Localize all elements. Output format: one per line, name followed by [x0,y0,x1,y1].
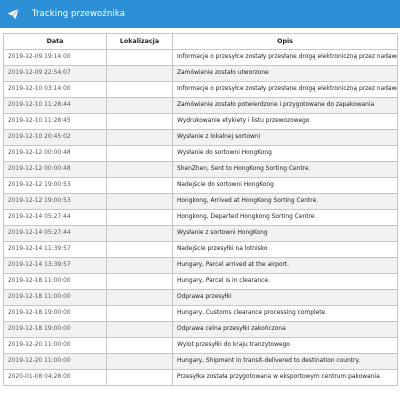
table-row: 2019-12-10 20:45:02 Wysłanie z lokalnej s… [3,129,398,146]
tracking-table-panel: Data Lokalizacja Opis 2019-12-09 19:14:0… [3,33,398,386]
location-cell [106,273,173,290]
description-cell: Wysłanie z lokalnej sortowni [172,129,398,146]
table-row: 2019-12-20 11:00:00 Hungary, Shipment in … [3,353,398,370]
table-row: 2019-12-14 05:27:44 Wysłanie z sortowni H… [3,225,398,242]
table-row: 2019-12-20 11:00:00 Wylot przesyłki do kr… [3,337,398,354]
location-cell [106,81,173,98]
date-cell: 2019-12-12 19:00:53 [3,193,107,210]
table-row: 2019-12-14 13:39:57 Hungary, Parcel arriv… [3,257,398,274]
date-cell: 2019-12-12 00:00:48 [3,145,107,162]
description-cell: Nadejście do sortowni HongKong [172,177,398,194]
header-title: Tracking przewoźnika [32,9,126,19]
table-row: 2019-12-18 19:00:00 Hungary, Customs clea… [3,305,398,322]
date-cell: 2019-12-10 20:45:02 [3,129,107,146]
location-cell [106,225,173,242]
table-row: 2019-12-18 11:00:00 Odprawa przesyłki [3,289,398,306]
description-cell: ShenZhen, Sent to HongKong Sorting Centr… [172,161,398,178]
date-cell: 2019-12-10 11:28:45 [3,113,107,130]
column-header-date: Data [3,33,107,50]
location-cell [106,305,173,322]
table-row: 2019-12-18 11:00:00 Hungary, Parcel is in… [3,273,398,290]
location-cell [106,337,173,354]
description-cell: Hungary, Customs clearance processing co… [172,305,398,322]
location-cell [106,97,173,114]
column-header-description: Opis [172,33,398,50]
tracking-header: Tracking przewoźnika [0,0,400,28]
date-cell: 2019-12-20 11:00:00 [3,353,107,370]
description-cell: Odprawa przesyłki [172,289,398,306]
location-cell [106,289,173,306]
date-cell: 2019-12-18 19:00:00 [3,321,107,338]
table-header-row: Data Lokalizacja Opis [3,33,398,50]
table-row: 2020-01-08 04:28:00 Przesyłka została prz… [3,369,398,386]
date-cell: 2019-12-18 19:00:00 [3,305,107,322]
location-cell [106,241,173,258]
date-cell: 2019-12-20 11:00:00 [3,337,107,354]
date-cell: 2019-12-12 19:00:53 [3,177,107,194]
description-cell: Przesyłka została przygotowana w eksport… [172,369,398,386]
table-row: 2019-12-12 19:00:53 Hongkong, Arrived at … [3,193,398,210]
location-cell [106,369,173,386]
table-row: 2019-12-10 03:14:00 Informacje o przesyłc… [3,81,398,98]
table-row: 2019-12-10 11:28:44 Zamówienie zostało po… [3,97,398,114]
date-cell: 2019-12-18 11:00:00 [3,273,107,290]
date-cell: 2019-12-18 11:00:00 [3,289,107,306]
location-cell [106,145,173,162]
date-cell: 2019-12-14 13:39:57 [3,257,107,274]
table-row: 2019-12-09 22:54:07 Zamówienie zostało ut… [3,65,398,82]
column-header-location: Lokalizacja [106,33,173,50]
date-cell: 2019-12-09 22:54:07 [3,65,107,82]
table-row: 2019-12-14 05:27:44 Hongkong, Departed Ho… [3,209,398,226]
description-cell: Hungary, Shipment in transit-delivered t… [172,353,398,370]
description-cell: Hungary, Parcel arrived at the airport. [172,257,398,274]
description-cell: Wysłanie do sortowni HongKong [172,145,398,162]
location-cell [106,193,173,210]
description-cell: Zamówienie zostało potwierdzone i przygo… [172,97,398,114]
table-row: 2019-12-14 11:39:57 Nadejście przesyłki n… [3,241,398,258]
table-row: 2019-12-18 19:00:00 Odprawa celna przesył… [3,321,398,338]
table-row: 2019-12-09 19:14:00 Informacje o przesyłc… [3,49,398,66]
table-row: 2019-12-12 19:00:53 Nadejście do sortowni… [3,177,398,194]
description-cell: Nadejście przesyłki na lotnisko [172,241,398,258]
description-cell: Odprawa celna przesyłki zakończona [172,321,398,338]
date-cell: 2019-12-10 03:14:00 [3,81,107,98]
table-row: 2019-12-10 11:28:45 Wydrukowanie etykiety… [3,113,398,130]
location-cell [106,49,173,66]
paper-plane-icon [7,8,19,20]
tracking-table: Data Lokalizacja Opis 2019-12-09 19:14:0… [3,33,398,386]
description-cell: Wysłanie z sortowni HongKong [172,225,398,242]
description-cell: Informacje o przesyłce zostały przesłane… [172,81,398,98]
location-cell [106,113,173,130]
table-row: 2019-12-12 00:00:48 ShenZhen, Sent to Hon… [3,161,398,178]
location-cell [106,209,173,226]
date-cell: 2019-12-14 05:27:44 [3,209,107,226]
description-cell: Hongkong, Arrived at HongKong Sorting Ce… [172,193,398,210]
description-cell: Hongkong, Departed Hongkong Sorting Cent… [172,209,398,226]
description-cell: Wylot przesyłki do kraju tranzytowego [172,337,398,354]
location-cell [106,257,173,274]
location-cell [106,65,173,82]
description-cell: Wydrukowanie etykiety i listu przewozowe… [172,113,398,130]
date-cell: 2019-12-14 11:39:57 [3,241,107,258]
location-cell [106,129,173,146]
date-cell: 2019-12-09 19:14:00 [3,49,107,66]
date-cell: 2019-12-10 11:28:44 [3,97,107,114]
location-cell [106,321,173,338]
location-cell [106,177,173,194]
date-cell: 2019-12-12 00:00:48 [3,161,107,178]
description-cell: Hungary, Parcel is in clearance. [172,273,398,290]
description-cell: Zamówienie zostało utworzone [172,65,398,82]
date-cell: 2020-01-08 04:28:00 [3,369,107,386]
location-cell [106,353,173,370]
location-cell [106,161,173,178]
table-row: 2019-12-12 00:00:48 Wysłanie do sortowni … [3,145,398,162]
description-cell: Informacje o przesyłce zostały przesłane… [172,49,398,66]
date-cell: 2019-12-14 05:27:44 [3,225,107,242]
